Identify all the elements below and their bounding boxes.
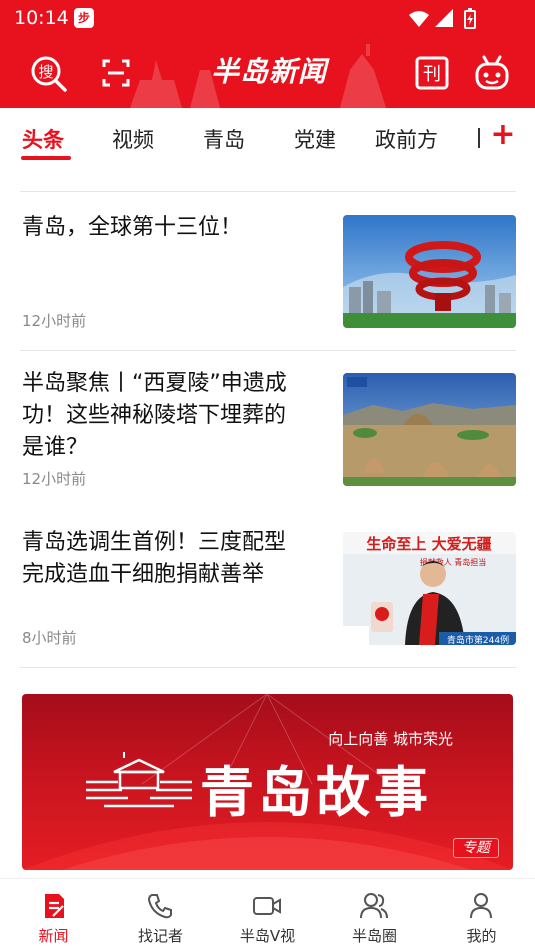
tab-qingdao[interactable]: 青岛 xyxy=(203,124,245,154)
app-notification-icon: 步 xyxy=(74,8,94,28)
active-tab-indicator xyxy=(21,156,71,160)
divider xyxy=(20,191,516,192)
system-icons xyxy=(409,8,476,29)
scan-icon[interactable] xyxy=(96,53,136,93)
feature-banner[interactable]: 向上向善 城市荣光 青岛故事 专题 xyxy=(22,694,513,870)
thumb-stat-text: 青岛市第244例 xyxy=(447,634,509,645)
svg-text:搜: 搜 xyxy=(38,63,53,81)
nav-label: 半岛V视 xyxy=(239,927,296,945)
newspaper-icon[interactable]: 刊 xyxy=(412,53,452,93)
news-title: 青岛选调生首例！三度配型完成造血干细胞捐献善举 xyxy=(22,530,287,587)
news-thumbnail xyxy=(343,215,516,328)
news-time: 12小时前 xyxy=(22,470,87,488)
banner-subtitle: 向上向善 城市荣光 xyxy=(328,730,453,748)
tab-separator xyxy=(478,128,480,148)
banner-tag: 专题 xyxy=(453,838,499,858)
app-logo: 半岛新闻 xyxy=(210,55,327,88)
news-thumbnail xyxy=(343,373,516,486)
nav-bandao-video[interactable]: 半岛V视 xyxy=(214,879,321,951)
nav-bandao-circle[interactable]: 半岛圈 xyxy=(321,879,428,951)
nav-label: 半岛圈 xyxy=(351,927,397,945)
news-item[interactable]: 半岛聚焦丨“西夏陵”申遗成功！这些神秘陵塔下埋葬的是谁？ 12小时前 xyxy=(0,368,535,498)
signal-icon xyxy=(435,9,453,27)
svg-text:刊: 刊 xyxy=(423,64,441,85)
add-channel-button[interactable]: + xyxy=(490,120,516,150)
search-icon[interactable]: 搜 xyxy=(28,53,68,93)
tab-party-building[interactable]: 党建 xyxy=(294,124,336,154)
tab-politics[interactable]: 政前方 xyxy=(375,124,438,154)
top-bar: 10:14 步 搜 半岛新闻 刊 xyxy=(0,0,535,108)
banner-title: 青岛故事 xyxy=(200,761,432,824)
landmark-logo-icon xyxy=(86,752,192,808)
status-bar: 10:14 步 xyxy=(0,0,535,38)
robot-icon[interactable] xyxy=(472,53,512,93)
thumb-banner-text: 生命至上 大爱无疆 xyxy=(366,535,491,553)
news-item[interactable]: 青岛，全球第十三位！ 12小时前 xyxy=(0,212,535,342)
battery-icon xyxy=(464,8,476,29)
nav-label: 新闻 xyxy=(38,927,69,945)
divider xyxy=(20,350,516,351)
tab-video[interactable]: 视频 xyxy=(112,124,154,154)
news-time: 12小时前 xyxy=(22,312,87,330)
app-header: 搜 半岛新闻 刊 xyxy=(0,38,535,108)
phone-icon xyxy=(147,894,172,919)
news-item[interactable]: 青岛选调生首例！三度配型完成造血干细胞捐献善举 8小时前 生命至上 大爱无疆 捐… xyxy=(0,527,535,657)
nav-mine[interactable]: 我的 xyxy=(428,879,535,951)
divider xyxy=(20,667,516,668)
tab-headlines[interactable]: 头条 xyxy=(22,124,64,154)
nav-find-reporter[interactable]: 找记者 xyxy=(107,879,214,951)
status-time: 10:14 xyxy=(14,7,69,29)
nav-news[interactable]: 新闻 xyxy=(0,879,107,951)
news-title: 青岛，全球第十三位！ xyxy=(22,215,243,240)
video-icon xyxy=(253,897,281,915)
nav-label: 我的 xyxy=(466,927,497,945)
news-title: 半岛聚焦丨“西夏陵”申遗成功！这些神秘陵塔下埋葬的是谁？ xyxy=(22,371,287,460)
wifi-icon xyxy=(409,11,429,27)
user-icon xyxy=(470,893,492,919)
people-icon xyxy=(360,893,388,919)
news-time: 8小时前 xyxy=(22,629,77,647)
news-icon xyxy=(45,894,64,918)
news-thumbnail: 生命至上 大爱无疆 捐献救人 青岛担当 青岛市第244例 xyxy=(343,532,516,645)
bottom-nav: 新闻 找记者 半岛V视 半岛圈 我的 xyxy=(0,878,535,951)
channel-tabs: 头条 视频 青岛 党建 政前方 + xyxy=(0,108,535,170)
app-root: 10:14 步 搜 半岛新闻 刊 头条 视频 青岛 党建 政前方 + 青岛，全球… xyxy=(0,0,535,951)
nav-label: 找记者 xyxy=(137,927,183,945)
